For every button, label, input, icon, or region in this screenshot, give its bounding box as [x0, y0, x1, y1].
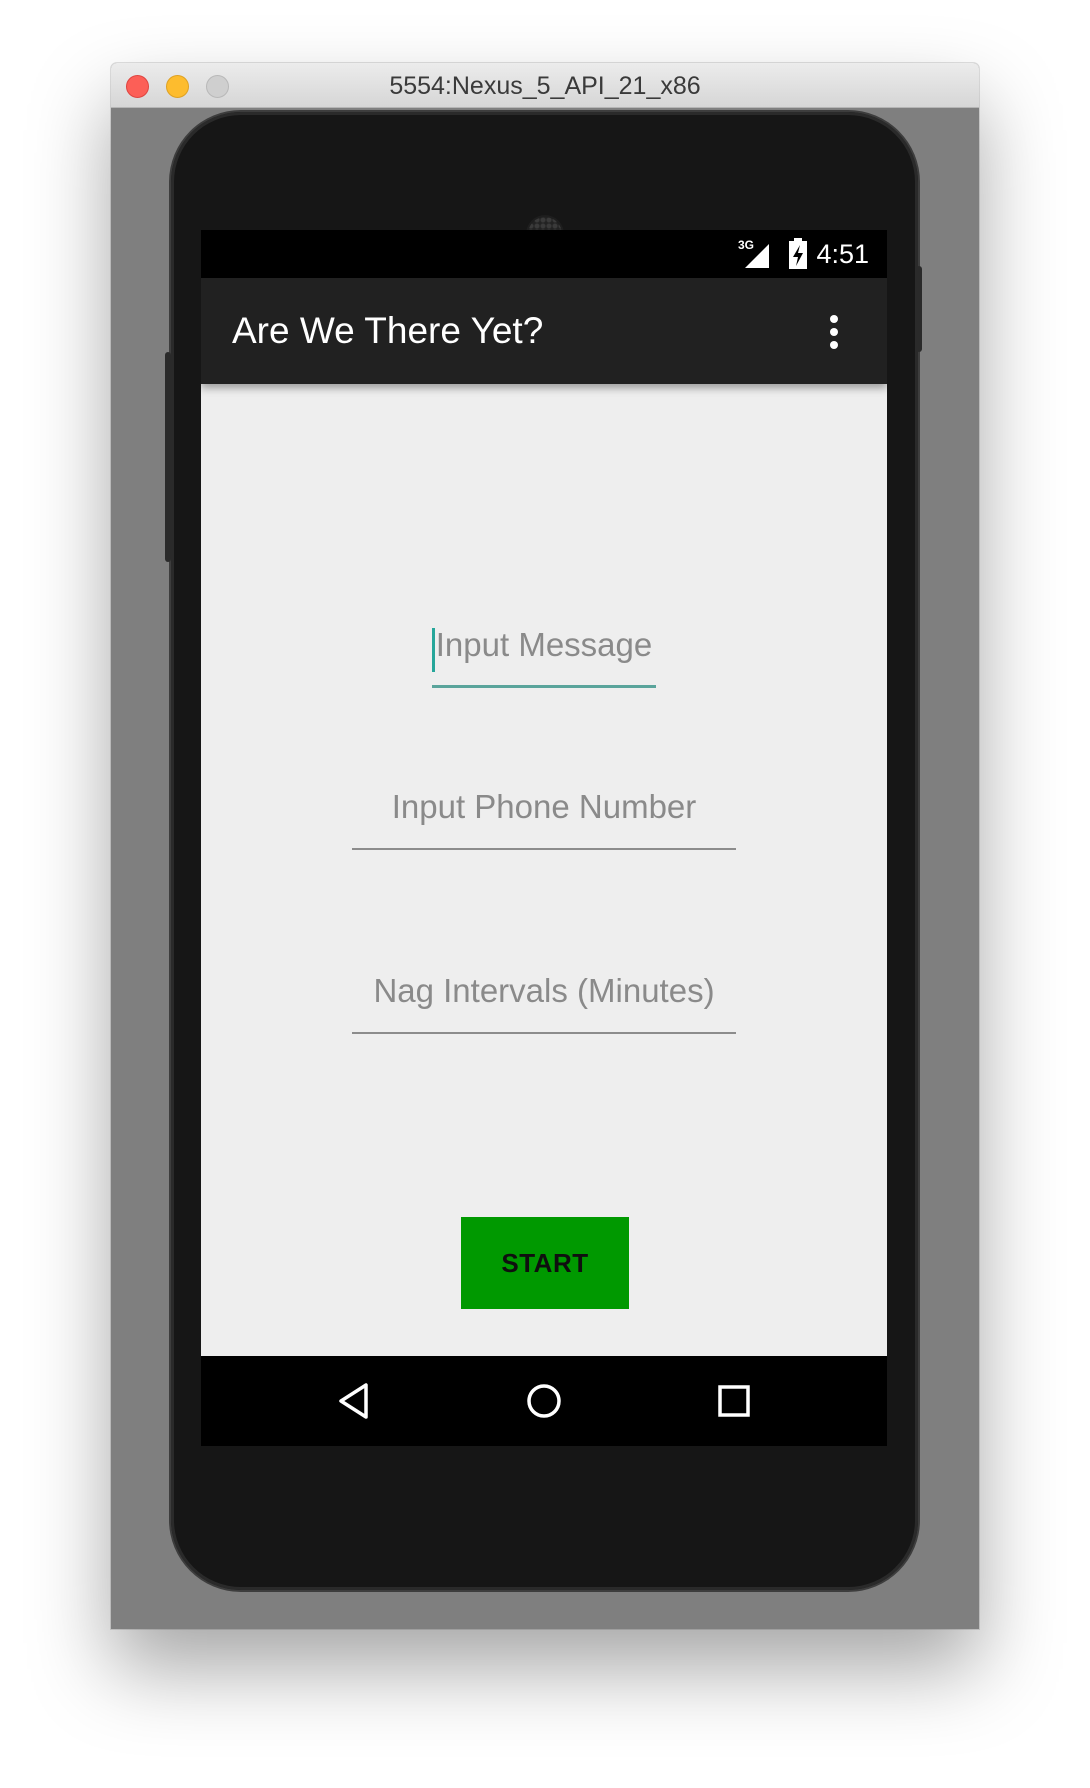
window-title: 5554:Nexus_5_API_21_x86 [389, 72, 701, 100]
recents-square-icon[interactable] [714, 1381, 754, 1421]
phone-number-input-placeholder: Input Phone Number [391, 788, 697, 825]
volume-button[interactable] [165, 352, 171, 562]
status-time: 4:51 [816, 239, 869, 269]
navigation-bar [201, 1356, 887, 1446]
more-vert-icon[interactable] [827, 314, 841, 350]
app-bar: Are We There Yet? [201, 278, 887, 384]
nag-interval-input[interactable]: Nag Intervals (Minutes) [352, 972, 736, 1034]
message-input-underline [432, 685, 656, 688]
phone-number-input[interactable]: Input Phone Number [352, 788, 736, 850]
start-button[interactable]: START [461, 1217, 629, 1309]
signal-icon [745, 244, 769, 268]
nag-interval-input-underline [352, 1032, 736, 1034]
message-input[interactable]: Input Message [432, 626, 656, 688]
battery-charging-icon [789, 238, 807, 269]
message-input-placeholder: Input Message [435, 626, 653, 663]
device-screen: 3G 4:51 Are We There Yet? Input Message … [201, 230, 887, 1446]
status-bar: 3G 4:51 [201, 230, 887, 278]
home-circle-icon[interactable] [524, 1381, 564, 1421]
nag-interval-input-placeholder: Nag Intervals (Minutes) [373, 972, 715, 1009]
phone-number-input-underline [352, 848, 736, 850]
window-titlebar[interactable]: 5554:Nexus_5_API_21_x86 [111, 63, 979, 108]
app-title: Are We There Yet? [232, 310, 544, 351]
back-triangle-icon[interactable] [335, 1381, 375, 1421]
text-caret [432, 628, 435, 672]
power-button[interactable] [916, 266, 922, 352]
